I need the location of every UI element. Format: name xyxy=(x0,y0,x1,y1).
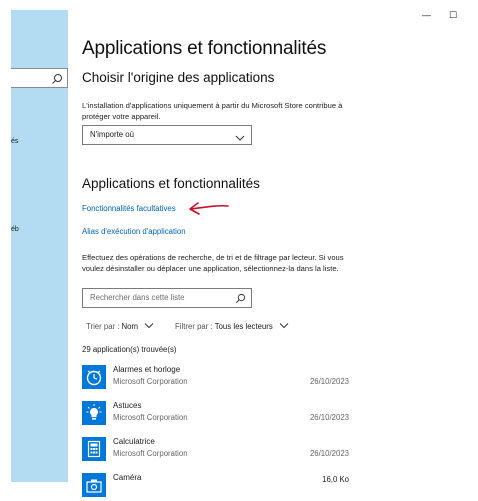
maximize-button[interactable]: ☐ xyxy=(449,10,457,21)
sidebar-item-fragment[interactable]: éb xyxy=(11,226,19,233)
chevron-down-icon xyxy=(144,322,154,331)
search-placeholder: Rechercher dans cette liste xyxy=(90,293,185,302)
app-name: Calculatrice xyxy=(113,437,155,446)
sort-dropdown[interactable]: Trier par : Nom xyxy=(86,322,154,331)
lightbulb-icon xyxy=(82,401,106,425)
apps-features-heading: Applications et fonctionnalités xyxy=(82,176,260,191)
sidebar-item-fragment[interactable]: és xyxy=(11,138,18,145)
app-publisher: Microsoft Corporation xyxy=(113,449,188,458)
app-name: Caméra xyxy=(113,473,142,482)
install-source-heading: Choisir l'origine des applications xyxy=(82,70,275,85)
chevron-down-icon xyxy=(235,131,245,149)
app-date: 26/10/2023 xyxy=(309,377,349,386)
app-date: 26/10/2023 xyxy=(309,413,349,422)
app-date: 26/10/2023 xyxy=(309,449,349,458)
install-source-dropdown[interactable]: N'importe où xyxy=(82,125,252,145)
chevron-down-icon xyxy=(279,322,289,331)
sort-label: Trier par : xyxy=(86,322,120,331)
settings-search-input[interactable] xyxy=(11,68,68,88)
sort-value: Nom xyxy=(121,322,138,331)
app-publisher: Microsoft Corporation xyxy=(113,377,188,386)
app-list-item[interactable]: Alarmes et horloge Microsoft Corporation… xyxy=(82,363,352,393)
app-name: Alarmes et horloge xyxy=(113,365,181,374)
calculator-icon xyxy=(82,437,106,461)
filter-label: Filtrer par : xyxy=(175,322,213,331)
apps-description: Effectuez des opérations de recherche, d… xyxy=(82,253,344,273)
app-count: 29 application(s) trouvée(s) xyxy=(82,345,177,354)
annotation-arrow-icon xyxy=(188,200,230,221)
install-source-description: L'installation d'applications uniquement… xyxy=(82,101,343,121)
app-list-item[interactable]: Astuces Microsoft Corporation 26/10/2023 xyxy=(82,399,352,429)
app-list-item[interactable]: Caméra 16,0 Ko xyxy=(82,471,352,501)
page-title: Applications et fonctionnalités xyxy=(82,38,327,59)
app-list-item[interactable]: Calculatrice Microsoft Corporation 26/10… xyxy=(82,435,352,465)
alarm-clock-icon xyxy=(82,365,106,389)
app-name: Astuces xyxy=(113,401,142,410)
camera-icon xyxy=(82,473,106,497)
minimize-button[interactable]: — xyxy=(422,10,431,20)
settings-sidebar: és éb xyxy=(11,10,68,482)
app-size: 16,0 Ko xyxy=(322,475,349,484)
dropdown-value: N'importe où xyxy=(90,130,134,139)
optional-features-link[interactable]: Fonctionnalités facultatives xyxy=(82,204,176,213)
search-icon xyxy=(235,293,246,311)
app-list-search-input[interactable]: Rechercher dans cette liste xyxy=(82,288,252,308)
search-icon xyxy=(51,72,63,90)
filter-value: Tous les lecteurs xyxy=(214,322,273,331)
app-execution-alias-link[interactable]: Alias d'exécution d'application xyxy=(82,227,186,236)
app-publisher: Microsoft Corporation xyxy=(113,413,188,422)
filter-dropdown[interactable]: Filtrer par : Tous les lecteurs xyxy=(175,322,289,331)
